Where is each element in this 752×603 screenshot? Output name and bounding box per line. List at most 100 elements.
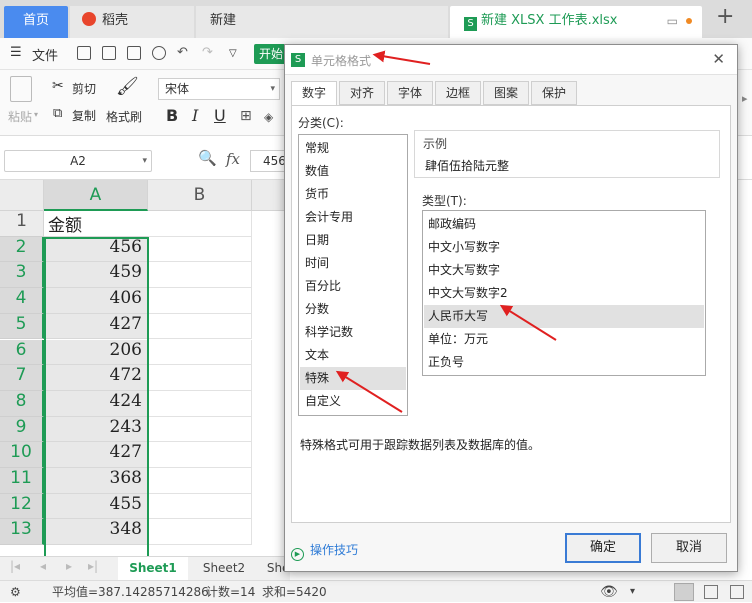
underline-button[interactable]: U [214,106,226,125]
italic-button[interactable]: I [192,106,198,125]
normal-view-icon[interactable] [674,583,694,601]
type-item[interactable]: 中文大写数字2 [424,282,704,305]
tab-protection[interactable]: 保护 [531,81,577,105]
row-header[interactable]: 13 [0,519,44,546]
zoom-search-icon[interactable]: 🔍 [198,149,217,167]
row-header[interactable]: 3 [0,262,44,289]
tab-current-file[interactable]: S 新建 XLSX 工作表.xlsx ▭ [450,6,702,38]
redo-icon[interactable]: ↷ [202,45,213,60]
row-header[interactable]: 2 [0,236,44,263]
type-item[interactable]: 正负号 [424,351,704,374]
row-header[interactable]: 12 [0,493,44,520]
tab-border[interactable]: 边框 [435,81,481,105]
monitor-icon[interactable]: ▭ [667,14,678,28]
quick-access-dropdown-icon[interactable]: ▽ [229,48,237,59]
cell-empty[interactable] [148,365,252,391]
cancel-button[interactable]: 取消 [651,533,727,563]
cell-amount[interactable]: 456 [44,236,148,263]
cell-empty[interactable] [148,493,252,520]
paste-icon[interactable] [10,76,32,102]
page-break-view-icon[interactable] [730,585,744,599]
cell-amount[interactable]: 206 [44,339,148,366]
type-item[interactable]: 邮政编码 [424,213,704,236]
last-sheet-icon[interactable]: ▸| [88,559,98,573]
copy-icon[interactable]: ⧉ [53,106,62,121]
cell-amount[interactable]: 455 [44,493,148,520]
tab-new[interactable]: 新建 [196,6,448,38]
page-layout-icon[interactable] [704,585,718,599]
column-header-a[interactable]: A [44,180,148,211]
cell-amount[interactable]: 424 [44,390,148,417]
cell-amount[interactable]: 472 [44,365,148,391]
bold-button[interactable]: B [166,106,178,125]
tab-pattern[interactable]: 图案 [483,81,529,105]
cell-empty[interactable] [148,416,252,443]
paste-dropdown-icon[interactable]: ▾ [34,110,38,119]
row-header[interactable]: 5 [0,313,44,340]
cell-empty[interactable] [148,262,252,289]
cell-amount[interactable]: 348 [44,519,148,546]
cell-empty[interactable] [148,211,252,237]
format-painter-icon[interactable]: 🖌 [116,76,139,97]
category-item[interactable]: 特殊 [300,367,406,390]
hamburger-icon[interactable]: ☰ [10,45,22,60]
category-item[interactable]: 时间 [300,252,406,275]
type-item[interactable]: 中文大写数字 [424,259,704,282]
row-header[interactable]: 10 [0,442,44,468]
next-sheet-icon[interactable]: ▸ [66,559,72,573]
ribbon-overflow-icon[interactable]: ▸ [742,92,748,105]
menu-start[interactable]: 开始 [254,44,288,64]
category-item[interactable]: 百分比 [300,275,406,298]
preview-icon[interactable] [152,46,166,60]
cell-empty[interactable] [148,390,252,417]
format-painter-button[interactable]: 格式刷 [106,108,142,125]
prev-sheet-icon[interactable]: ◂ [40,559,46,573]
column-header-b[interactable]: B [148,180,252,211]
tab-alignment[interactable]: 对齐 [339,81,385,105]
menu-file[interactable]: 文件 [32,45,58,64]
first-sheet-icon[interactable]: |◂ [10,559,20,573]
row-header[interactable]: 6 [0,339,44,366]
tab-font[interactable]: 字体 [387,81,433,105]
category-item[interactable]: 自定义 [300,390,406,413]
font-family-select[interactable]: 宋体 ▾ [158,78,280,100]
row-header[interactable]: 8 [0,390,44,417]
type-item[interactable]: 中文小写数字 [424,236,704,259]
cell-amount[interactable]: 427 [44,313,148,340]
name-box[interactable]: A2 ▾ [4,150,152,172]
category-item[interactable]: 数值 [300,160,406,183]
sheet-tab-1[interactable]: Sheet1 [118,557,188,581]
row-header[interactable]: 9 [0,416,44,443]
tab-docer[interactable]: 稻壳 [70,6,194,38]
type-list[interactable]: 邮政编码 中文小写数字 中文大写数字 中文大写数字2 人民币大写 单位：万元 正负号 [422,210,706,376]
cell-header-amount[interactable]: 金额 [44,211,148,237]
cell-empty[interactable] [148,519,252,546]
new-tab-button[interactable]: + [716,4,734,29]
tips-link[interactable]: ▶ 操作技巧 [291,541,358,561]
ok-button[interactable]: 确定 [565,533,641,563]
fill-color-icon[interactable]: ◈ [264,110,273,124]
cut-button[interactable]: 剪切 [72,80,96,97]
cell-empty[interactable] [148,468,252,494]
border-icon[interactable]: ⊞ [240,108,252,124]
macro-status-icon[interactable]: ⚙ [10,581,21,603]
sheet-tab-2[interactable]: Sheet2 [190,557,258,581]
category-item[interactable]: 分数 [300,298,406,321]
cell-amount[interactable]: 243 [44,416,148,443]
category-list[interactable]: 常规 数值 货币 会计专用 日期 时间 百分比 分数 科学记数 文本 特殊 自定义 [298,134,408,416]
cell-empty[interactable] [148,288,252,314]
print-icon[interactable] [127,46,141,60]
copy-button[interactable]: 复制 [72,107,96,124]
category-item[interactable]: 日期 [300,229,406,252]
type-item[interactable]: 人民币大写 [424,305,704,328]
row-header[interactable]: 11 [0,468,44,494]
paste-button[interactable]: 粘贴 [8,108,32,125]
category-item[interactable]: 会计专用 [300,206,406,229]
chevron-down-icon[interactable]: ▾ [630,581,635,603]
row-header[interactable]: 7 [0,365,44,391]
export-icon[interactable] [102,46,116,60]
cell-amount[interactable]: 427 [44,442,148,468]
insert-function-button[interactable]: fx [226,150,240,168]
type-item[interactable]: 单位：万元 [424,328,704,351]
category-item[interactable]: 科学记数 [300,321,406,344]
